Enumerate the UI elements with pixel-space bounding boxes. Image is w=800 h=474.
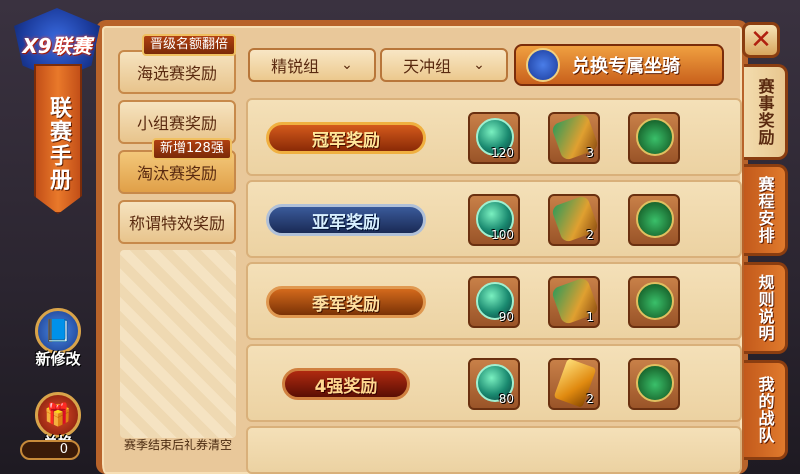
reward-item[interactable]: 2 [548, 194, 600, 246]
bag-icon [636, 364, 674, 402]
tab-schedule[interactable]: 赛程安排 [744, 164, 788, 256]
group-dropdown-1-value: 精锐组 [271, 57, 320, 76]
chevron-down-icon: ⌄ [473, 57, 485, 73]
tab-event-rewards[interactable]: 赛事奖励 [744, 64, 788, 160]
tab-rules-label: 规则说明 [755, 274, 775, 342]
reward-list: 冠军奖励 120 3 亚军奖励 100 2 季军奖励 90 1 4强奖励 80 … [246, 94, 742, 474]
reward-item[interactable] [628, 112, 680, 164]
tab-event-rewards-label: 赛事奖励 [755, 78, 775, 146]
reward-item[interactable]: 3 [548, 112, 600, 164]
category-label: 称谓特效奖励 [128, 214, 225, 233]
bag-icon [636, 118, 674, 156]
reward-item[interactable] [628, 194, 680, 246]
item-count: 1 [586, 310, 594, 324]
category-label: 淘汰赛奖励 [136, 164, 217, 183]
reward-item[interactable]: 80 [468, 358, 520, 410]
reward-row-partial [246, 426, 742, 474]
exchange-mount-label: 兑换专属坐骑 [572, 56, 680, 77]
league-manual-strip: X9联赛 联赛手册 📘 新修改 🎁 兑换 [14, 8, 100, 470]
league-logo-text: X9联赛 [22, 33, 92, 58]
group-dropdown-1[interactable]: 精锐组 ⌄ [248, 48, 376, 82]
category-tag: 新增128强 [152, 138, 232, 160]
close-icon: ✕ [750, 25, 772, 55]
manual-title: 联赛手册 [46, 96, 71, 192]
group-dropdown-2[interactable]: 天冲组 ⌄ [380, 48, 508, 82]
close-button[interactable]: ✕ [742, 22, 780, 58]
new-changes-button[interactable]: 📘 新修改 [30, 308, 86, 369]
reward-item[interactable] [628, 358, 680, 410]
reward-row-third: 季军奖励 90 1 [246, 262, 742, 340]
item-count: 3 [586, 146, 594, 160]
reward-item[interactable]: 90 [468, 276, 520, 328]
decorative-pattern [120, 250, 236, 438]
rank-label: 冠军奖励 [312, 130, 380, 151]
chevron-down-icon: ⌄ [341, 57, 353, 73]
reward-item[interactable]: 100 [468, 194, 520, 246]
reward-row-champion: 冠军奖励 120 3 [246, 98, 742, 176]
group-dropdown-2-value: 天冲组 [403, 57, 452, 76]
rank-label: 亚军奖励 [312, 212, 380, 233]
reward-item[interactable]: 2 [548, 358, 600, 410]
reward-category-list: 海选赛奖励 晋级名额翻倍 小组赛奖励 淘汰赛奖励 新增128强 称谓特效奖励 赛… [112, 34, 240, 470]
tab-my-team-label: 我的战队 [755, 376, 775, 444]
category-label: 小组赛奖励 [136, 114, 217, 133]
tab-rules[interactable]: 规则说明 [744, 262, 788, 354]
reward-item[interactable]: 1 [548, 276, 600, 328]
tab-my-team[interactable]: 我的战队 [744, 360, 788, 460]
item-count: 90 [498, 310, 514, 324]
item-count: 100 [491, 228, 514, 242]
reward-item[interactable] [628, 276, 680, 328]
tab-schedule-label: 赛程安排 [755, 176, 775, 244]
item-count: 80 [498, 392, 514, 406]
manual-title-ribbon: 联赛手册 [34, 64, 82, 214]
reward-row-top4: 4强奖励 80 2 [246, 344, 742, 422]
mount-icon [526, 48, 560, 82]
bag-icon [636, 282, 674, 320]
rank-label: 季军奖励 [312, 294, 380, 315]
season-note: 赛季结束后礼券清空 [123, 438, 232, 452]
new-changes-label: 新修改 [35, 350, 81, 368]
exchange-count-badge: 0 [20, 440, 80, 460]
category-label: 海选赛奖励 [136, 64, 217, 83]
category-audition-rewards[interactable]: 海选赛奖励 [118, 50, 236, 94]
item-count: 2 [586, 392, 594, 406]
rank-banner: 季军奖励 [266, 286, 426, 318]
rank-banner: 亚军奖励 [266, 204, 426, 236]
item-count: 120 [491, 146, 514, 160]
rank-banner: 冠军奖励 [266, 122, 426, 154]
category-title-effect-rewards[interactable]: 称谓特效奖励 [118, 200, 236, 244]
exchange-mount-button[interactable]: 兑换专属坐骑 [514, 44, 724, 86]
category-tag: 晋级名额翻倍 [142, 34, 237, 56]
rank-label: 4强奖励 [314, 376, 378, 397]
item-count: 2 [586, 228, 594, 242]
bag-icon [636, 200, 674, 238]
rank-banner: 4强奖励 [282, 368, 410, 400]
reward-item[interactable]: 120 [468, 112, 520, 164]
reward-row-runner-up: 亚军奖励 100 2 [246, 180, 742, 258]
